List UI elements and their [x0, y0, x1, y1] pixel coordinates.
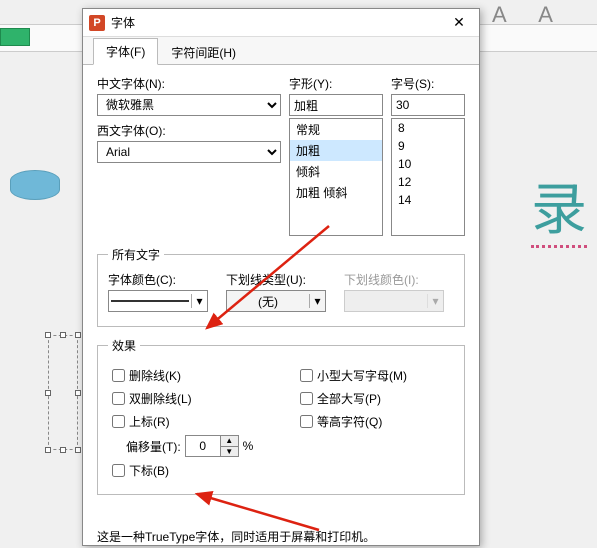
- all-text-legend: 所有文字: [108, 246, 164, 263]
- underline-type-value: (无): [227, 293, 309, 310]
- size-label: 字号(S):: [391, 75, 465, 92]
- allcaps-checkbox[interactable]: [300, 392, 313, 405]
- font-color-swatch: [111, 300, 189, 302]
- selection-handles[interactable]: [48, 335, 78, 450]
- slide-shape-cylinder[interactable]: [10, 170, 60, 200]
- subscript-label: 下标(B): [129, 462, 169, 479]
- cjk-font-combo[interactable]: 微软雅黑: [97, 94, 281, 116]
- underline-type-combo[interactable]: (无) ▾: [226, 290, 326, 312]
- size-listbox[interactable]: 89101214: [391, 118, 465, 236]
- ribbon-accent: [0, 28, 30, 46]
- size-option[interactable]: 8: [392, 119, 464, 137]
- chevron-down-icon: ▾: [309, 294, 325, 308]
- equalize-checkbox[interactable]: [300, 415, 313, 428]
- caret-up-icon: ▲: [221, 436, 238, 447]
- offset-value[interactable]: [186, 436, 220, 456]
- superscript-label: 上标(R): [129, 413, 170, 430]
- style-option[interactable]: 加粗: [290, 140, 382, 161]
- font-color-picker[interactable]: ▾: [108, 290, 208, 312]
- dbl-strike-label: 双删除线(L): [129, 390, 192, 407]
- slide-text-lu[interactable]: 录: [531, 165, 587, 246]
- tab-font[interactable]: 字体(F): [93, 38, 158, 65]
- wordart-gallery-hint: A A: [492, 2, 567, 28]
- offset-spinner[interactable]: ▲▼: [185, 435, 239, 457]
- size-option[interactable]: 14: [392, 191, 464, 209]
- close-button[interactable]: ✕: [439, 9, 479, 37]
- style-listbox[interactable]: 常规加粗倾斜加粗 倾斜: [289, 118, 383, 236]
- style-option[interactable]: 加粗 倾斜: [290, 182, 382, 203]
- size-option[interactable]: 9: [392, 137, 464, 155]
- offset-unit: %: [243, 439, 254, 453]
- spinner-buttons[interactable]: ▲▼: [220, 436, 238, 456]
- cjk-font-label: 中文字体(N):: [97, 75, 281, 92]
- latin-font-combo[interactable]: Arial: [97, 141, 281, 163]
- footer-description: 这是一种TrueType字体，同时适用于屏幕和打印机。: [83, 522, 479, 545]
- app-icon: P: [89, 15, 105, 31]
- effects-legend: 效果: [108, 337, 140, 354]
- latin-font-label: 西文字体(O):: [97, 122, 281, 139]
- dialog-title: 字体: [111, 14, 439, 31]
- font-dialog: P 字体 ✕ 字体(F) 字符间距(H) 中文字体(N): 微软雅黑 西文字体(…: [82, 8, 480, 546]
- underline-type-label: 下划线类型(U):: [226, 271, 336, 288]
- chevron-down-icon: ▾: [191, 294, 207, 308]
- tab-spacing[interactable]: 字符间距(H): [158, 39, 249, 65]
- smallcaps-label: 小型大写字母(M): [317, 367, 407, 384]
- size-option[interactable]: 12: [392, 173, 464, 191]
- style-option[interactable]: 常规: [290, 119, 382, 140]
- style-input[interactable]: [289, 94, 383, 116]
- equalize-label: 等高字符(Q): [317, 413, 382, 430]
- subscript-checkbox[interactable]: [112, 464, 125, 477]
- superscript-checkbox[interactable]: [112, 415, 125, 428]
- offset-label: 偏移量(T):: [126, 438, 181, 455]
- size-option[interactable]: 10: [392, 155, 464, 173]
- caret-down-icon: ▼: [221, 447, 238, 457]
- style-option[interactable]: 倾斜: [290, 161, 382, 182]
- size-input[interactable]: [391, 94, 465, 116]
- all-text-group: 所有文字 字体颜色(C): ▾ 下划线类型(U): (无) ▾: [97, 246, 465, 327]
- underline-color-picker: ▾: [344, 290, 444, 312]
- strike-checkbox[interactable]: [112, 369, 125, 382]
- font-color-label: 字体颜色(C):: [108, 271, 218, 288]
- allcaps-label: 全部大写(P): [317, 390, 381, 407]
- effects-group: 效果 删除线(K) 双删除线(L) 上标(R) 偏移量(T): ▲▼ % 下标(…: [97, 337, 465, 495]
- tab-strip: 字体(F) 字符间距(H): [83, 37, 479, 65]
- smallcaps-checkbox[interactable]: [300, 369, 313, 382]
- strike-label: 删除线(K): [129, 367, 181, 384]
- dbl-strike-checkbox[interactable]: [112, 392, 125, 405]
- underline-color-label: 下划线颜色(I):: [344, 271, 454, 288]
- chevron-down-icon: ▾: [427, 294, 443, 308]
- dialog-body: 中文字体(N): 微软雅黑 西文字体(O): Arial 字形(Y): 常规加粗…: [83, 65, 479, 522]
- style-label: 字形(Y):: [289, 75, 383, 92]
- titlebar[interactable]: P 字体 ✕: [83, 9, 479, 37]
